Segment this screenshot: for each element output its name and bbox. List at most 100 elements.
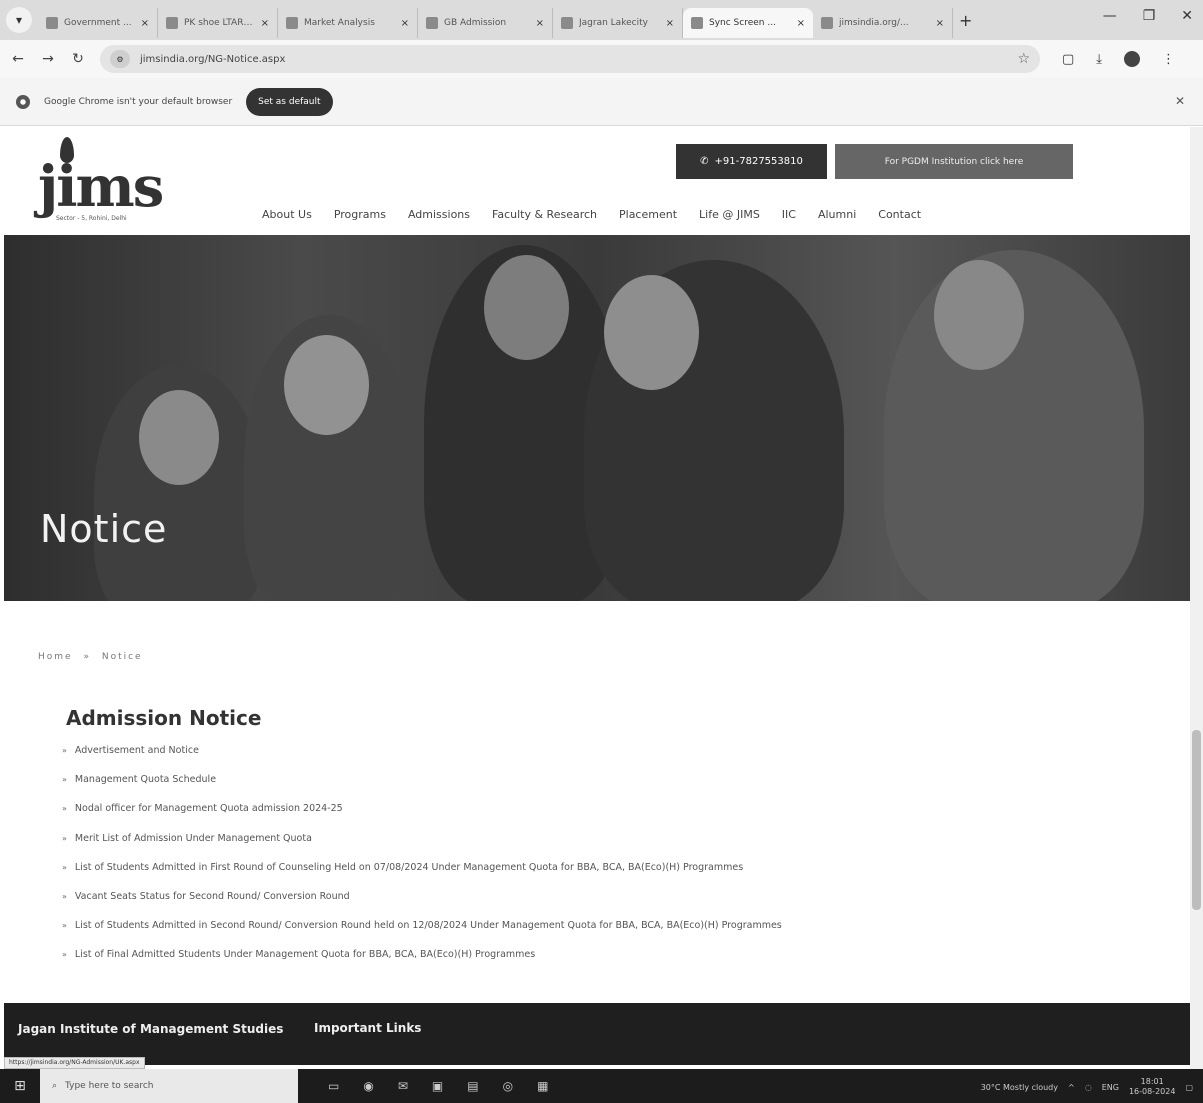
browser-tab[interactable]: Jagran Lakecity × [553,8,683,38]
nav-alumni[interactable]: Alumni [818,208,856,221]
back-icon[interactable]: ← [10,51,26,67]
browser-tab-active[interactable]: Sync Screen ... × [683,8,813,38]
notice-link[interactable]: Advertisement and Notice [75,745,199,756]
browser-tab-strip: ▾ Government ... × PK shoe LTAR ... × Mark… [0,0,1203,40]
set-as-default-button[interactable]: Set as default [246,87,333,116]
close-tab-icon[interactable]: × [261,18,269,29]
notice-link[interactable]: Nodal officer for Management Quota admis… [75,803,343,814]
network-icon[interactable]: ◌ [1085,1083,1092,1092]
notice-link[interactable]: List of Students Admitted in Second Roun… [75,920,782,931]
close-tab-icon[interactable]: × [666,18,674,29]
profile-avatar-icon[interactable] [1124,51,1141,67]
store-icon[interactable]: ▣ [432,1079,443,1093]
bullet-icon: » [62,804,67,814]
extensions-icon[interactable]: ▢ [1062,52,1074,67]
hero-photo-person [244,315,414,601]
nav-contact[interactable]: Contact [878,208,921,221]
language-indicator[interactable]: ENG [1102,1083,1119,1092]
browser-tab[interactable]: GB Admission × [418,8,553,38]
nav-placement[interactable]: Placement [619,208,677,221]
list-item: » Vacant Seats Status for Second Round/ C… [62,891,1172,920]
browser-tab[interactable]: Market Analysis × [278,8,418,38]
nav-faculty-research[interactable]: Faculty & Research [492,208,597,221]
file-explorer-icon[interactable]: ▤ [467,1079,478,1093]
notifications-icon[interactable]: ▢ [1185,1083,1193,1092]
list-item: » List of Students Admitted in First Roun… [62,862,1172,891]
phone-icon: ✆ [700,156,709,167]
download-icon[interactable]: ⤓ [1096,52,1102,67]
status-bar-url: https://jimsindia.org/NG-Admission/UK.as… [4,1057,145,1069]
nav-about-us[interactable]: About Us [262,208,312,221]
browser-toolbar: ← → ↻ ⚙ jimsindia.org/NG-Notice.aspx ☆ ▢… [0,40,1203,78]
mail-icon[interactable]: ✉ [398,1079,408,1093]
default-browser-infobar: Google Chrome isn't your default browser… [0,78,1203,126]
new-tab-icon[interactable]: + [959,11,972,30]
bullet-icon: » [62,746,67,755]
edge-icon[interactable]: ◉ [363,1079,373,1093]
browser-tab[interactable]: PK shoe LTAR ... × [158,8,278,38]
maximize-icon[interactable]: ❐ [1143,8,1156,24]
bookmark-star-icon[interactable]: ☆ [1017,51,1030,67]
close-tab-icon[interactable]: × [141,18,149,29]
notice-link[interactable]: List of Final Admitted Students Under Ma… [75,949,535,960]
chrome-taskbar-icon[interactable]: ◎ [503,1079,513,1093]
list-item: » List of Students Admitted in Second Rou… [62,920,1172,949]
list-item: » Merit List of Admission Under Managemen… [62,833,1172,862]
minimize-icon[interactable]: — [1103,8,1117,24]
section-title: Admission Notice [66,706,262,730]
close-tab-icon[interactable]: × [797,18,805,29]
favicon-icon [691,17,703,29]
page-title: Notice [40,507,168,551]
breadcrumb-home[interactable]: Home [38,652,73,662]
footer-important-links-heading: Important Links [314,1021,422,1035]
jims-logo[interactable]: jims Sector - 5, Rohini, Delhi [38,137,193,227]
taskbar-search-input[interactable]: ⌕ Type here to search [40,1069,298,1103]
main-navigation: About Us Programs Admissions Faculty & R… [262,208,921,221]
search-icon: ⌕ [52,1081,58,1091]
notice-link[interactable]: Management Quota Schedule [75,774,216,785]
windows-taskbar: ⊞ ⌕ Type here to search ▭ ◉ ✉ ▣ ▤ ◎ ▦ 30… [0,1069,1203,1103]
hero-photo-person [94,365,264,601]
notice-link[interactable]: Merit List of Admission Under Management… [75,833,312,844]
word-icon[interactable]: ▦ [537,1079,548,1093]
close-infobar-icon[interactable]: ✕ [1175,94,1185,108]
page-scrollbar[interactable] [1190,127,1203,1070]
weather-text[interactable]: 30°C Mostly cloudy [981,1083,1058,1092]
site-header: jims Sector - 5, Rohini, Delhi ✆ +91-782… [0,127,1190,235]
forward-icon[interactable]: → [40,51,56,67]
clock[interactable]: 18:01 16-08-2024 [1129,1077,1176,1097]
favicon-icon [46,17,58,29]
footer-institute-name: Jagan Institute of Management Studies [18,1022,284,1036]
list-item: » Nodal officer for Management Quota admi… [62,803,1172,832]
favicon-icon [821,17,833,29]
favicon-icon [166,17,178,29]
nav-iic[interactable]: IIC [782,208,796,221]
windows-start-icon[interactable]: ⊞ [0,1078,40,1094]
pgdm-institution-button[interactable]: For PGDM Institution click here [835,144,1073,179]
tray-chevron-icon[interactable]: ^ [1068,1083,1075,1092]
nav-admissions[interactable]: Admissions [408,208,470,221]
url-text[interactable]: jimsindia.org/NG-Notice.aspx [140,54,1007,65]
close-tab-icon[interactable]: × [936,18,944,29]
reload-icon[interactable]: ↻ [70,51,86,67]
phone-button[interactable]: ✆ +91-7827553810 [676,144,827,179]
close-window-icon[interactable]: ✕ [1181,8,1193,24]
chrome-icon [16,94,30,109]
menu-kebab-icon[interactable]: ⋮ [1162,52,1175,67]
notice-link[interactable]: Vacant Seats Status for Second Round/ Co… [75,891,350,902]
hero-photo-person [884,250,1144,601]
window-controls: — ❐ ✕ [1103,8,1193,24]
favicon-icon [426,17,438,29]
address-bar[interactable]: ⚙ jimsindia.org/NG-Notice.aspx ☆ [100,45,1040,73]
notice-link[interactable]: List of Students Admitted in First Round… [75,862,743,873]
task-view-icon[interactable]: ▭ [328,1079,339,1093]
close-tab-icon[interactable]: × [536,18,544,29]
tab-search-icon[interactable]: ▾ [6,7,32,33]
browser-tab[interactable]: Government ... × [38,8,158,38]
nav-programs[interactable]: Programs [334,208,386,221]
scrollbar-thumb[interactable] [1192,730,1201,910]
browser-tab[interactable]: jimsindia.org/... × [813,8,953,38]
close-tab-icon[interactable]: × [401,18,409,29]
site-info-icon[interactable]: ⚙ [110,50,130,68]
nav-life-at-jims[interactable]: Life @ JIMS [699,208,760,221]
